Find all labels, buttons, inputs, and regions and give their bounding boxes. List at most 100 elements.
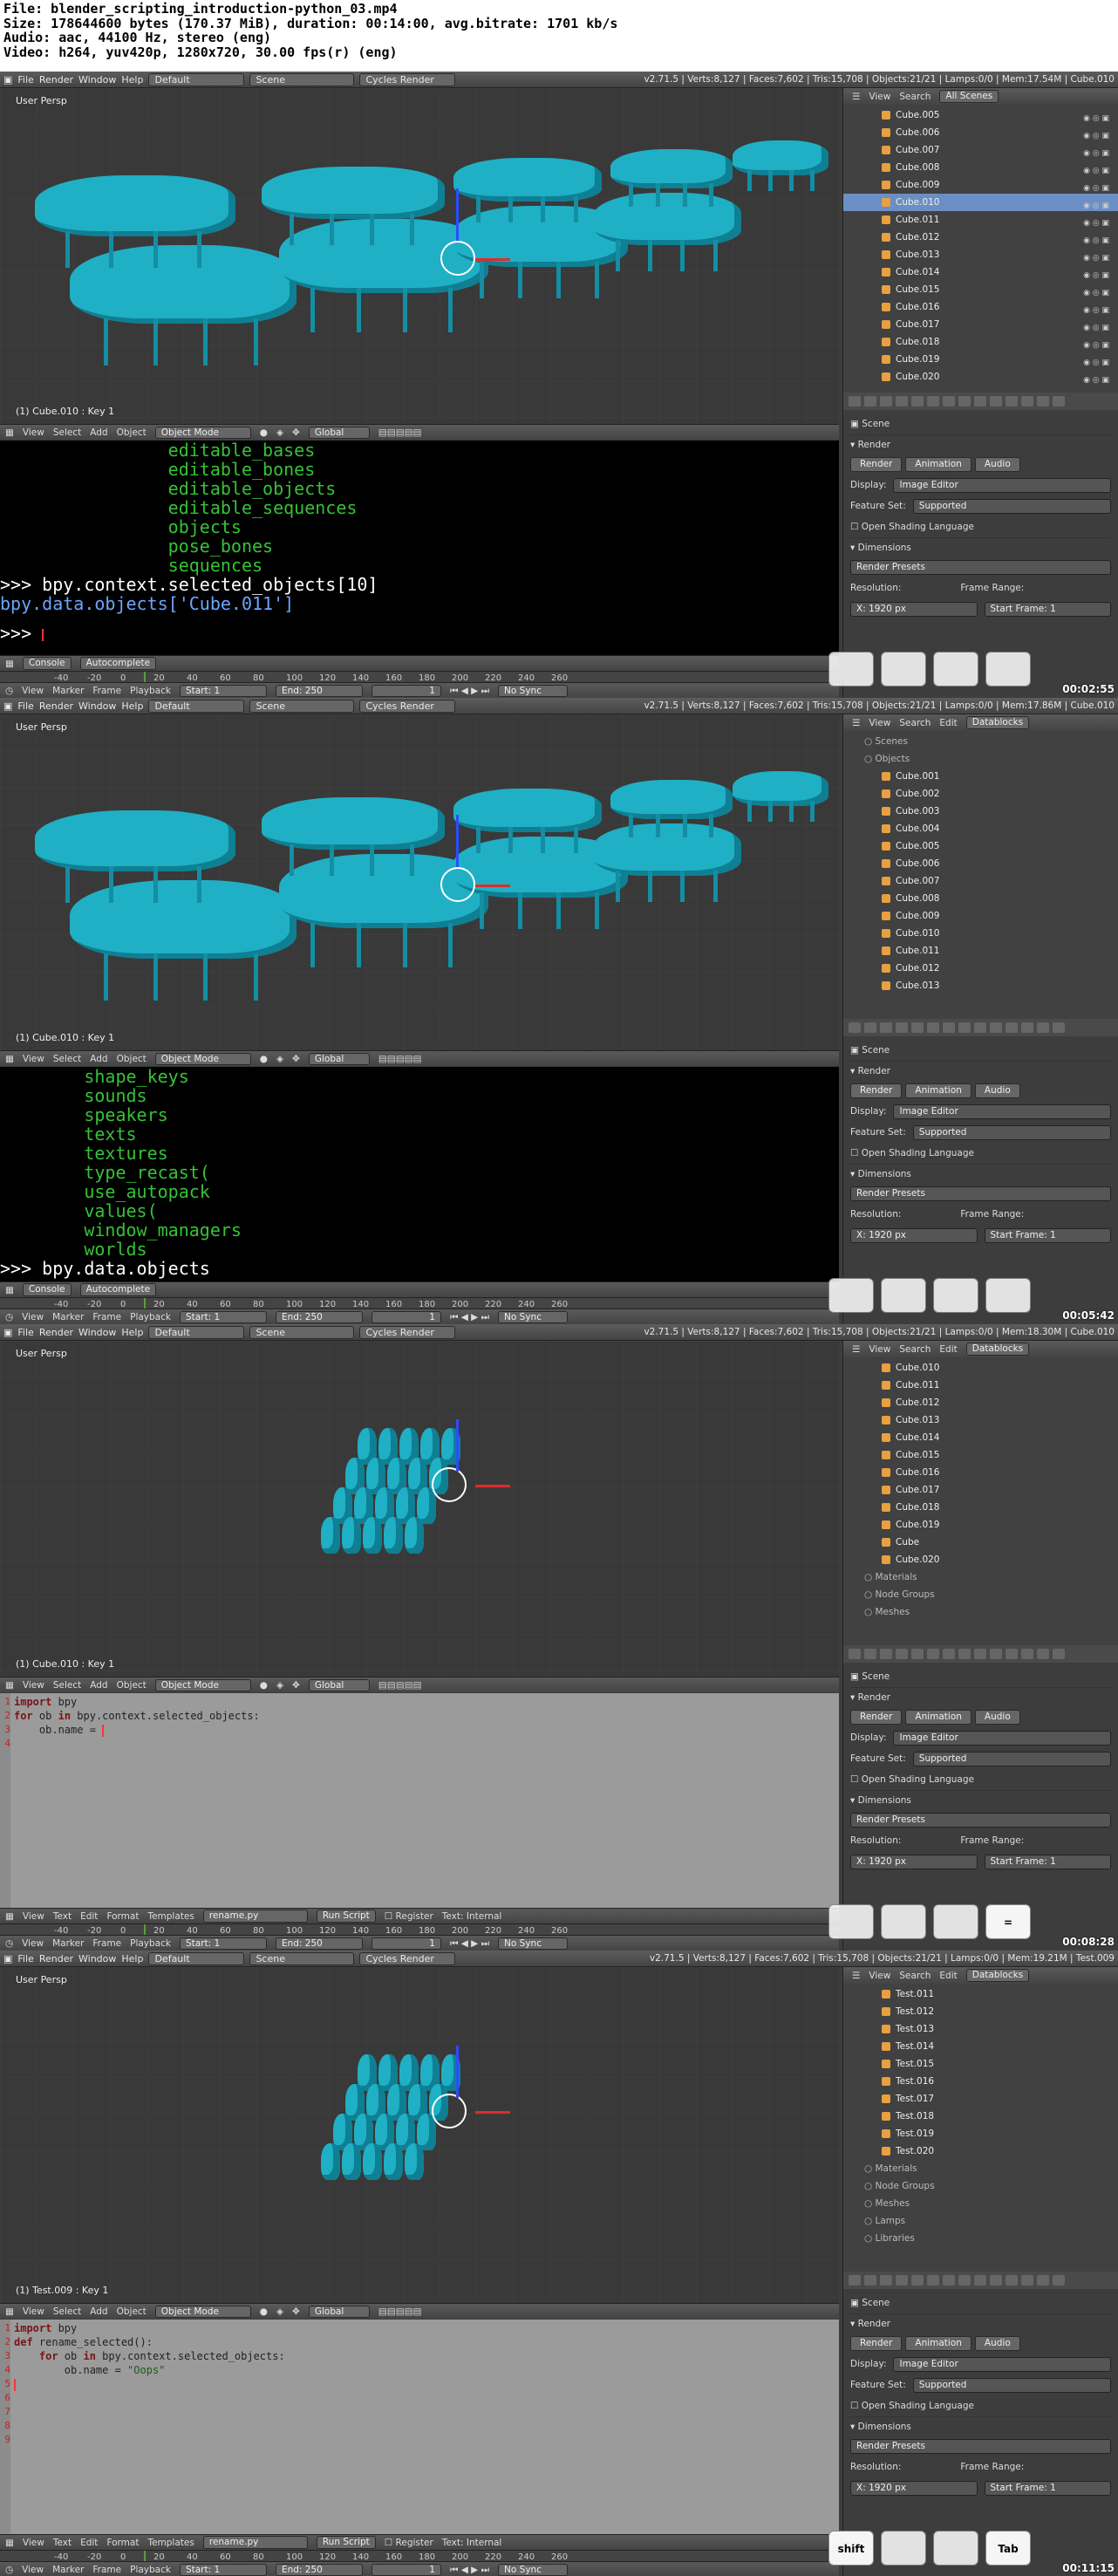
properties-tab-icon[interactable] xyxy=(990,1649,1002,1659)
outliner-item[interactable]: Cube.020 xyxy=(843,1551,1118,1568)
properties-tab-icon[interactable] xyxy=(943,396,955,407)
gizmo-z-arrow[interactable] xyxy=(456,815,459,867)
properties-tab-icon[interactable] xyxy=(911,396,924,407)
sync-selector[interactable]: No Sync xyxy=(498,1311,569,1323)
resolution-x-field[interactable]: X: 1920 px xyxy=(850,601,978,617)
end-frame-field[interactable]: End: 250 xyxy=(275,2564,363,2576)
text-editor[interactable]: 1 2 3 4 5 6 7 8 9 import bpy def rename_se… xyxy=(0,2320,839,2534)
outliner-item[interactable]: Cube.010 ◉ ◎ ▣ xyxy=(843,194,1118,211)
render-section-header[interactable]: ▾ Render xyxy=(850,1687,1111,1706)
properties-tab-icon[interactable] xyxy=(1053,1649,1065,1659)
properties-tab-icon[interactable] xyxy=(896,1022,908,1033)
vp-menu-select[interactable]: Select xyxy=(53,1680,81,1691)
cow-mesh[interactable] xyxy=(363,2143,382,2180)
3d-viewport[interactable]: User Persp (1) Cube.010 : Key 1 xyxy=(0,1341,839,1677)
cow-mesh[interactable] xyxy=(70,245,297,324)
tl-menu-marker[interactable]: Marker xyxy=(52,1938,84,1949)
cow-mesh[interactable] xyxy=(262,167,445,219)
orientation-selector[interactable]: Global xyxy=(308,2305,370,2318)
menu-file[interactable]: File xyxy=(17,1327,33,1338)
current-frame-field[interactable]: 1 xyxy=(371,685,441,697)
3d-viewport[interactable]: User Persp (1) Cube.010 : Key 1 xyxy=(0,714,839,1050)
outliner-category[interactable]: ○ Objects xyxy=(843,750,1118,768)
scene-selector[interactable]: Scene xyxy=(249,699,355,713)
outliner-item[interactable]: Test.014 xyxy=(843,2038,1118,2055)
tl-menu-view[interactable]: View xyxy=(22,686,44,696)
menu-window[interactable]: Window xyxy=(78,74,116,85)
outliner-item[interactable]: Cube.012 ◉ ◎ ▣ xyxy=(843,229,1118,246)
outliner-item[interactable]: Test.016 xyxy=(843,2073,1118,2090)
te-menu-format[interactable]: Format xyxy=(106,1911,139,1922)
pivot-icon[interactable]: ◈ xyxy=(276,1054,283,1064)
gizmo-z-arrow[interactable] xyxy=(456,188,459,241)
sync-selector[interactable]: No Sync xyxy=(498,2564,569,2576)
outliner-item[interactable]: Cube.006 xyxy=(843,855,1118,872)
osl-checkbox[interactable]: ☐ Open Shading Language xyxy=(850,516,1111,537)
outliner-item[interactable]: Cube.018 ◉ ◎ ▣ xyxy=(843,333,1118,351)
animation-button[interactable]: Animation xyxy=(905,1709,971,1725)
outliner-item[interactable]: Cube.004 xyxy=(843,820,1118,837)
audio-button[interactable]: Audio xyxy=(974,1083,1020,1098)
cow-mesh[interactable] xyxy=(593,823,741,876)
feature-set-selector[interactable]: Supported xyxy=(912,498,1111,514)
properties-tab-icon[interactable] xyxy=(974,1649,986,1659)
properties-tab-icon[interactable] xyxy=(1037,1649,1049,1659)
te-menu-templates[interactable]: Templates xyxy=(147,2538,194,2548)
tl-menu-frame[interactable]: Frame xyxy=(92,1312,121,1322)
vp-menu-view[interactable]: View xyxy=(23,1054,44,1064)
display-selector[interactable]: Image Editor xyxy=(893,477,1111,493)
te-menu-edit[interactable]: Edit xyxy=(80,2538,98,2548)
pivot-icon[interactable]: ◈ xyxy=(276,427,283,438)
run-script-button[interactable]: Run Script xyxy=(316,1910,376,1923)
text-editor[interactable]: 1 2 3 4 import bpy for ob in bpy.context.s… xyxy=(0,1693,839,1908)
properties-tab-icon[interactable] xyxy=(1021,1022,1033,1033)
pivot-icon[interactable]: ◈ xyxy=(276,2306,283,2317)
orientation-selector[interactable]: Global xyxy=(308,1678,370,1691)
outliner-category[interactable]: ○ Node Groups xyxy=(843,1586,1118,1603)
cow-mesh[interactable] xyxy=(405,1517,424,1554)
outliner-item[interactable]: Cube.001 xyxy=(843,768,1118,785)
render-engine-selector[interactable]: Cycles Render xyxy=(359,1325,456,1339)
end-frame-field[interactable]: End: 250 xyxy=(275,1937,363,1950)
dimensions-section-header[interactable]: ▾ Dimensions xyxy=(850,537,1111,557)
playback-controls[interactable]: ⏮ ◀ ▶ ⏭ xyxy=(450,1938,489,1950)
properties-tab-icon[interactable] xyxy=(911,1022,924,1033)
start-frame-prop-field[interactable]: Start Frame: 1 xyxy=(984,1854,1111,1869)
run-script-button[interactable]: Run Script xyxy=(316,2536,376,2549)
render-button[interactable]: Render xyxy=(850,2335,903,2351)
playback-controls[interactable]: ⏮ ◀ ▶ ⏭ xyxy=(450,686,489,697)
current-frame-field[interactable]: 1 xyxy=(371,2564,441,2576)
dimensions-section-header[interactable]: ▾ Dimensions xyxy=(850,1790,1111,1809)
render-button[interactable]: Render xyxy=(850,1709,903,1725)
properties-tab-icon[interactable] xyxy=(1006,1649,1018,1659)
console-editor-icon[interactable]: ▦ xyxy=(5,1285,14,1295)
vp-menu-add[interactable]: Add xyxy=(90,427,107,438)
autocomplete-button[interactable]: Autocomplete xyxy=(79,657,157,670)
gizmo-x-arrow[interactable] xyxy=(475,885,510,887)
properties-tab-icon[interactable] xyxy=(943,2275,955,2286)
te-menu-edit[interactable]: Edit xyxy=(80,1911,98,1922)
outliner-tab-all-scenes[interactable]: All Scenes xyxy=(939,90,999,103)
start-frame-prop-field[interactable]: Start Frame: 1 xyxy=(984,1227,1111,1243)
properties-tab-icon[interactable] xyxy=(943,1022,955,1033)
tl-menu-frame[interactable]: Frame xyxy=(92,1938,121,1949)
properties-tab-icon[interactable] xyxy=(943,1649,955,1659)
text-editor-icon[interactable]: ▦ xyxy=(5,1911,14,1922)
properties-tab-icon[interactable] xyxy=(1053,396,1065,407)
outliner-item[interactable]: Cube.018 xyxy=(843,1499,1118,1516)
outliner-item[interactable]: Cube.013 xyxy=(843,1411,1118,1429)
sync-selector[interactable]: No Sync xyxy=(498,1937,569,1950)
scene-selector[interactable]: Scene xyxy=(249,1951,355,1965)
properties-tab-icon[interactable] xyxy=(974,396,986,407)
audio-button[interactable]: Audio xyxy=(974,2335,1020,2351)
outliner-item[interactable]: Cube.009 ◉ ◎ ▣ xyxy=(843,176,1118,194)
animation-button[interactable]: Animation xyxy=(905,1083,971,1098)
tl-menu-view[interactable]: View xyxy=(22,1938,44,1949)
menu-file[interactable]: File xyxy=(17,700,33,712)
manipulator-icon[interactable]: ✥ xyxy=(292,427,300,438)
playback-controls[interactable]: ⏮ ◀ ▶ ⏭ xyxy=(450,2565,489,2576)
register-checkbox[interactable]: ☐ Register xyxy=(385,2538,433,2548)
properties-tab-icon[interactable] xyxy=(1053,1022,1065,1033)
menu-help[interactable]: Help xyxy=(121,1327,143,1338)
orientation-selector[interactable]: Global xyxy=(308,426,370,439)
